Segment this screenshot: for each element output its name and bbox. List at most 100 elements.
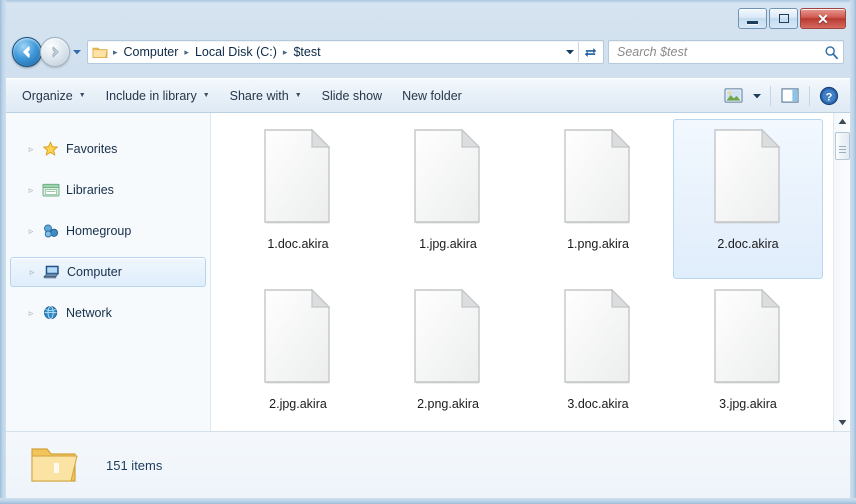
picture-view-icon [724,87,743,104]
breadcrumb-item-local-disk[interactable]: Local Disk (C:) [192,43,280,61]
file-name-label: 3.doc.akira [564,396,631,412]
chevron-down-icon: ▼ [295,92,302,99]
chevron-down-icon: ▼ [79,92,86,99]
sidebar-item-favorites[interactable]: ▹ Favorites [10,134,206,164]
blank-document-icon [409,286,487,386]
toolbar-label: Share with [230,89,289,103]
file-item[interactable]: 2.jpg.akira [223,279,373,431]
toolbar-separator [809,86,810,106]
maximize-button[interactable] [769,8,798,29]
file-name-label: 3.jpg.akira [716,396,780,412]
chevron-down-icon [752,92,762,100]
toolbar-item-new-folder[interactable]: New folder [392,84,472,108]
scrollbar-track[interactable] [834,130,851,414]
command-toolbar: Organize ▼ Include in library ▼ Share wi… [6,78,850,113]
blank-document-icon [559,126,637,226]
recent-pages-button[interactable] [71,41,83,63]
close-icon: ✕ [817,12,829,26]
scroll-down-button[interactable] [834,414,851,431]
folder-icon [28,443,80,487]
toolbar-label: Slide show [322,89,382,103]
breadcrumb: ▸ Computer ▸ Local Disk (C:) ▸ $test [110,43,562,61]
sidebar-item-libraries[interactable]: ▹ Libraries [10,175,206,205]
close-button[interactable]: ✕ [800,8,846,29]
file-item[interactable]: 1.png.akira [523,119,673,279]
toolbar-item-organize[interactable]: Organize ▼ [12,84,96,108]
search-box[interactable]: Search $test [608,40,844,64]
blank-document-icon [409,126,487,226]
breadcrumb-separator: ▸ [181,47,192,58]
chevron-down-icon: ▼ [203,92,210,99]
file-list-pane[interactable]: 1.doc.akira 1.jpg.akira [211,113,850,431]
title-bar: ✕ [6,3,850,33]
file-item[interactable]: 3.jpg.akira [673,279,823,431]
expand-twisty-icon[interactable]: ▹ [26,226,36,237]
sidebar-item-label: Computer [67,265,122,279]
search-icon [824,45,839,60]
change-view-button[interactable] [718,83,748,109]
toolbar-item-slide-show[interactable]: Slide show [312,84,392,108]
item-count-label: 151 items [106,458,162,473]
chevron-down-icon [72,48,82,56]
address-bar[interactable]: ▸ Computer ▸ Local Disk (C:) ▸ $test [87,40,604,64]
minimize-button[interactable] [738,8,767,29]
explorer-window: ✕ [0,0,856,504]
file-item[interactable]: 2.png.akira [373,279,523,431]
breadcrumb-separator: ▸ [280,47,291,58]
navigation-pane: ▹ Favorites ▹ Li [6,113,211,431]
file-item[interactable]: 3.doc.akira [523,279,673,431]
sidebar-item-label: Libraries [66,183,114,197]
window-controls: ✕ [738,8,846,29]
toolbar-item-share-with[interactable]: Share with ▼ [220,84,312,108]
help-icon: ? [819,86,839,106]
maximize-icon [779,14,789,23]
file-item[interactable]: 1.jpg.akira [373,119,523,279]
expand-twisty-icon[interactable]: ▹ [26,144,36,155]
chevron-up-icon [838,118,847,125]
blank-document-icon [709,126,787,226]
sidebar-item-computer[interactable]: ▹ Computer [10,257,206,287]
toolbar-label: Organize [22,89,73,103]
change-view-dropdown[interactable] [748,83,766,109]
sidebar-item-homegroup[interactable]: ▹ Homegroup [10,216,206,246]
computer-icon [43,264,61,280]
scroll-up-button[interactable] [834,113,851,130]
file-grid: 1.doc.akira 1.jpg.akira [211,113,850,431]
expand-twisty-icon[interactable]: ▹ [26,185,36,196]
refresh-button[interactable] [579,41,601,63]
back-arrow-icon [19,44,35,60]
file-name-label: 2.doc.akira [714,236,781,252]
vertical-scrollbar[interactable] [833,113,850,431]
address-dropdown-button[interactable] [562,41,578,63]
breadcrumb-separator: ▸ [110,47,121,58]
scrollbar-grip-icon [839,146,846,147]
file-name-label: 1.jpg.akira [416,236,480,252]
sidebar-item-network[interactable]: ▹ Network [10,298,206,328]
forward-arrow-icon [47,44,63,60]
help-button[interactable]: ? [814,83,844,109]
folder-icon [92,45,108,59]
expand-twisty-icon[interactable]: ▹ [26,308,36,319]
file-item-selected[interactable]: 2.doc.akira [673,119,823,279]
svg-text:?: ? [826,91,833,103]
homegroup-icon [42,223,60,239]
back-button[interactable] [12,37,42,67]
forward-button[interactable] [40,37,70,67]
network-icon [42,305,60,321]
star-icon [42,141,60,157]
window-frame-right [850,0,856,504]
libraries-icon [42,182,60,198]
file-item[interactable]: 1.doc.akira [223,119,373,279]
blank-document-icon [709,286,787,386]
toolbar-item-include-in-library[interactable]: Include in library ▼ [96,84,220,108]
sidebar-item-label: Network [66,306,112,320]
breadcrumb-item-test[interactable]: $test [290,43,323,61]
scrollbar-thumb[interactable] [835,132,850,160]
breadcrumb-item-computer[interactable]: Computer [121,43,182,61]
sidebar-item-label: Favorites [66,142,117,156]
expand-twisty-icon[interactable]: ▹ [27,267,37,278]
toolbar-separator [770,86,771,106]
chevron-down-icon [838,419,847,426]
preview-pane-button[interactable] [775,83,805,109]
search-input[interactable]: Search $test [617,45,824,59]
